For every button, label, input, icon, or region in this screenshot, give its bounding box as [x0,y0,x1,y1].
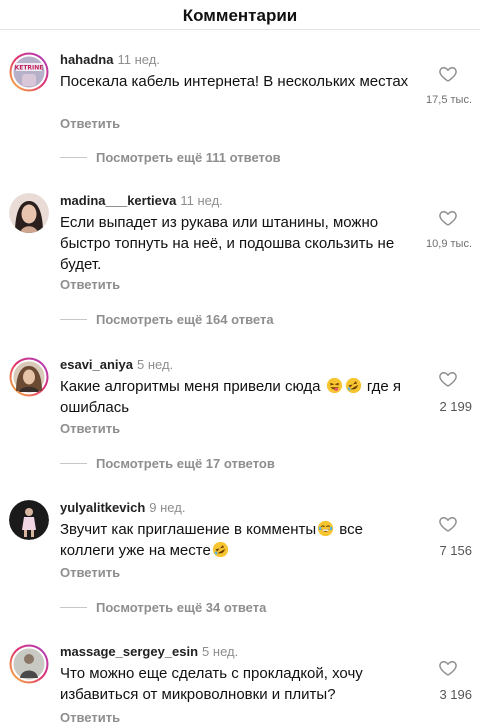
like-count: 3 196 [439,687,472,702]
reply-button[interactable]: Ответить [60,710,120,725]
rolling-on-floor-laughing-emoji [345,377,361,394]
comment-username[interactable]: esavi_aniya [60,357,133,372]
replies-divider [60,157,87,158]
comment-time: 9 нед. [149,500,186,515]
comment-time: 5 нед. [202,644,239,659]
view-replies-label: Посмотреть ещё 17 ответов [96,456,275,471]
comment-body: hahadna 11 нед. Посекала кабель интернета… [60,52,420,92]
rolling-on-floor-laughing-emoji [212,541,228,558]
reply-button[interactable]: Ответить [60,421,120,436]
face-with-tongue-laughing-emoji [326,377,342,394]
comment-body: massage_sergey_esin 5 нед. Что можно еще … [60,644,420,705]
like-button[interactable] [438,64,458,84]
replies-divider [60,607,87,608]
comments-header: Комментарии [0,0,480,30]
avatar-image [9,357,49,397]
view-replies-label: Посмотреть ещё 164 ответа [96,312,274,327]
heart-outline-icon [439,661,457,676]
comment-body: yulyalitkevich 9 нед. Звучит как приглаше… [60,500,420,561]
view-replies-label: Посмотреть ещё 111 ответов [96,150,281,165]
comment-username[interactable]: massage_sergey_esin [60,644,198,659]
like-count: 2 199 [439,399,472,414]
comment-time: 11 нед. [117,52,160,67]
like-count: 7 156 [439,543,472,558]
comment-time: 5 нед. [137,357,174,372]
like-button[interactable] [438,208,458,228]
view-replies-button[interactable]: Посмотреть ещё 34 ответа [60,600,266,615]
avatar[interactable] [9,644,49,684]
comment-username[interactable]: yulyalitkevich [60,500,145,515]
view-replies-label: Посмотреть ещё 34 ответа [96,600,267,615]
replies-divider [60,319,87,320]
like-button[interactable] [438,369,458,389]
reply-button[interactable]: Ответить [60,116,120,131]
view-replies-button[interactable]: Посмотреть ещё 17 ответов [60,456,275,471]
reply-button[interactable]: Ответить [60,565,120,580]
heart-outline-icon [439,211,457,226]
comment-text: Посекала кабель интернета! В нескольких … [60,73,409,90]
view-replies-button[interactable]: Посмотреть ещё 164 ответа [60,312,274,327]
avatar-image [9,500,49,540]
like-count: 17,5 тыс. [426,94,472,106]
comment-text: Что можно еще сделать с прокладкой, хочу… [60,665,363,703]
reply-button[interactable]: Ответить [60,277,120,292]
comment-text: Какие алгоритмы меня привели сюда где я … [60,376,420,418]
comment-text: Если выпадет из рукава или штанины, можн… [60,214,395,273]
comment-username[interactable]: hahadna [60,52,113,67]
view-replies-button[interactable]: Посмотреть ещё 111 ответов [60,150,281,165]
heart-outline-icon [439,67,457,82]
avatar-image: KETRINE [9,52,49,92]
page-title: Комментарии [182,6,298,25]
replies-divider [60,463,87,464]
comment-body: esavi_aniya 5 нед. Какие алгоритмы меня п… [60,357,420,418]
avatar-image [9,644,49,684]
heart-outline-icon [439,372,457,387]
comment-text: Звучит как приглашение в комменты все ко… [60,519,420,561]
avatar[interactable]: KETRINE [9,52,49,92]
avatar[interactable] [9,193,49,233]
header-divider [0,29,480,30]
comment-text-part: Какие алгоритмы меня привели сюда [60,378,325,395]
svg-text:KETRINE: KETRINE [15,65,44,72]
comment-text-part: Звучит как приглашение в комменты [60,521,317,538]
comment-time: 11 нед. [180,193,223,208]
like-button[interactable] [438,514,458,534]
comment-body: madina___kertieva 11 нед. Если выпадет из… [60,193,420,275]
avatar[interactable] [9,357,49,397]
heart-outline-icon [439,517,457,532]
like-count: 10,9 тыс. [426,238,472,250]
grimacing-sweat-emoji [317,520,334,537]
like-button[interactable] [438,658,458,678]
avatar[interactable] [9,500,49,540]
avatar-image [9,193,49,233]
comment-username[interactable]: madina___kertieva [60,193,176,208]
